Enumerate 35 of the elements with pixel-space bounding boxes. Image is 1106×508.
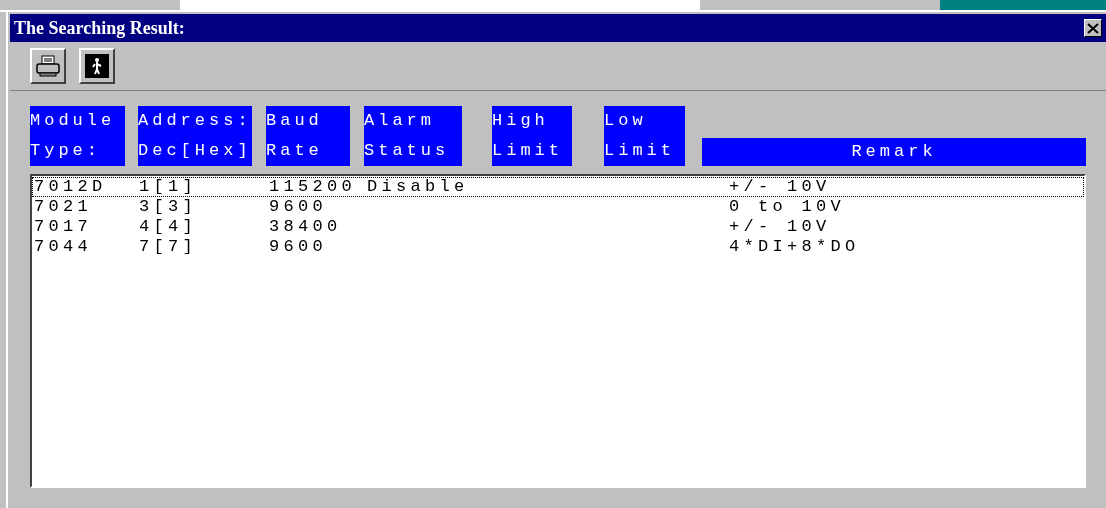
- printer-icon: [35, 54, 61, 78]
- column-header: Module Type:: [30, 106, 125, 166]
- column-header: High Limit: [492, 106, 572, 166]
- list-cell-text: 7021: [33, 198, 93, 216]
- print-button[interactable]: [30, 48, 66, 84]
- list-cell-text: 9600: [269, 198, 328, 216]
- list-cell-text: 9600: [269, 238, 328, 256]
- list-row[interactable]: 7021 3[3] 9600 0 to 10V: [32, 197, 1084, 217]
- list-cell-text: 7044: [33, 238, 93, 256]
- list-cell: 0 to 10V: [729, 198, 845, 216]
- list-cell-text: 7[7]: [139, 238, 198, 256]
- list-cell-text: 7017: [33, 218, 93, 236]
- list-cell: +/- 10V: [729, 218, 831, 236]
- close-button[interactable]: [1084, 19, 1102, 37]
- list-cell-text: 4[4]: [139, 218, 198, 236]
- list-cell-text: 3[3]: [139, 198, 198, 216]
- list-cell-text: 7012D: [33, 178, 108, 196]
- list-row[interactable]: 7012D 1[1] 115200 Disable +/- 10V: [32, 177, 1084, 197]
- close-icon: [1087, 22, 1099, 34]
- list-row[interactable]: 7044 7[7] 9600 4*DI+8*DO: [32, 237, 1084, 257]
- exit-button[interactable]: [79, 48, 115, 84]
- column-header: Low Limit: [604, 106, 685, 166]
- list-cell-text: 38400: [269, 218, 343, 236]
- list-cell-text: 1[1]: [139, 178, 198, 196]
- list-cell: 4*DI+8*DO: [729, 238, 860, 256]
- list-cell-text: 115200: [269, 178, 357, 196]
- walking-person-icon: [84, 53, 110, 79]
- list-cell-text: Disable: [367, 178, 470, 196]
- column-header: Baud Rate: [266, 106, 350, 166]
- column-header: Remark: [702, 138, 1086, 166]
- column-header: Address: Dec[Hex]: [138, 106, 252, 166]
- column-header: Alarm Status: [364, 106, 462, 166]
- list-row[interactable]: 7017 4[4] 38400 +/- 10V: [32, 217, 1084, 237]
- list-cell: +/- 10V: [729, 178, 831, 196]
- window-title: The Searching Result:: [14, 17, 185, 39]
